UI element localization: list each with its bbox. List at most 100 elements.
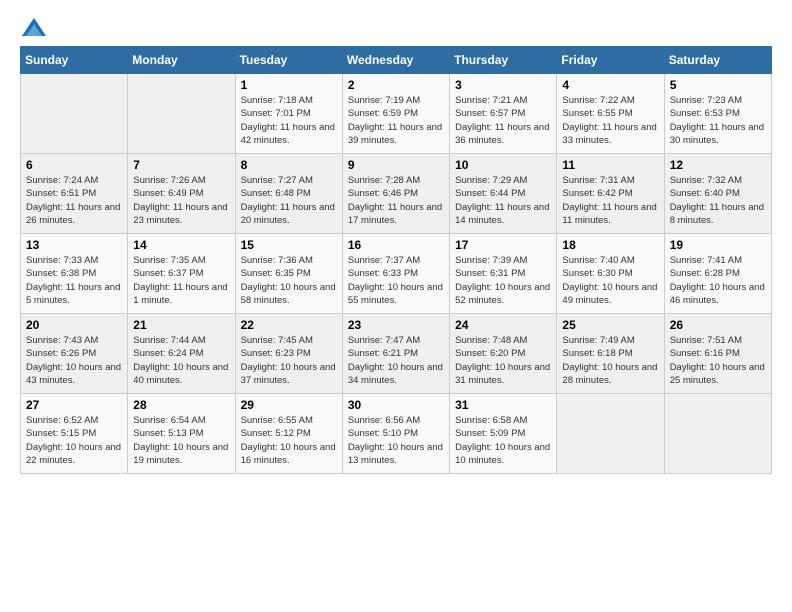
day-info: Sunrise: 7:19 AM Sunset: 6:59 PM Dayligh… [348, 94, 444, 147]
day-of-week-header: Monday [128, 47, 235, 74]
calendar-cell: 17 Sunrise: 7:39 AM Sunset: 6:31 PM Dayli… [450, 234, 557, 314]
calendar-cell: 3 Sunrise: 7:21 AM Sunset: 6:57 PM Daylig… [450, 74, 557, 154]
day-number: 3 [455, 78, 551, 92]
day-number: 12 [670, 158, 766, 172]
day-info: Sunrise: 7:24 AM Sunset: 6:51 PM Dayligh… [26, 174, 122, 227]
day-of-week-header: Wednesday [342, 47, 449, 74]
calendar-cell: 29 Sunrise: 6:55 AM Sunset: 5:12 PM Dayli… [235, 394, 342, 474]
day-number: 19 [670, 238, 766, 252]
day-info: Sunrise: 7:29 AM Sunset: 6:44 PM Dayligh… [455, 174, 551, 227]
day-info: Sunrise: 6:58 AM Sunset: 5:09 PM Dayligh… [455, 414, 551, 467]
calendar-cell: 10 Sunrise: 7:29 AM Sunset: 6:44 PM Dayli… [450, 154, 557, 234]
day-info: Sunrise: 7:36 AM Sunset: 6:35 PM Dayligh… [241, 254, 337, 307]
calendar-cell: 7 Sunrise: 7:26 AM Sunset: 6:49 PM Daylig… [128, 154, 235, 234]
day-number: 21 [133, 318, 229, 332]
calendar-cell: 27 Sunrise: 6:52 AM Sunset: 5:15 PM Dayli… [21, 394, 128, 474]
day-number: 17 [455, 238, 551, 252]
calendar-cell [128, 74, 235, 154]
day-info: Sunrise: 7:21 AM Sunset: 6:57 PM Dayligh… [455, 94, 551, 147]
calendar-cell: 16 Sunrise: 7:37 AM Sunset: 6:33 PM Dayli… [342, 234, 449, 314]
day-of-week-header: Thursday [450, 47, 557, 74]
day-info: Sunrise: 7:39 AM Sunset: 6:31 PM Dayligh… [455, 254, 551, 307]
calendar-table: SundayMondayTuesdayWednesdayThursdayFrid… [20, 46, 772, 474]
calendar-cell: 1 Sunrise: 7:18 AM Sunset: 7:01 PM Daylig… [235, 74, 342, 154]
day-info: Sunrise: 7:35 AM Sunset: 6:37 PM Dayligh… [133, 254, 229, 307]
calendar-cell: 26Sunrise: 7:51 AM Sunset: 6:16 PM Dayli… [664, 314, 771, 394]
day-number: 30 [348, 398, 444, 412]
day-info: Sunrise: 7:43 AM Sunset: 6:26 PM Dayligh… [26, 334, 122, 387]
calendar-header: SundayMondayTuesdayWednesdayThursdayFrid… [21, 47, 772, 74]
day-info: Sunrise: 7:28 AM Sunset: 6:46 PM Dayligh… [348, 174, 444, 227]
day-info: Sunrise: 7:45 AM Sunset: 6:23 PM Dayligh… [241, 334, 337, 387]
day-info: Sunrise: 7:48 AM Sunset: 6:20 PM Dayligh… [455, 334, 551, 387]
day-number: 1 [241, 78, 337, 92]
header [20, 16, 772, 38]
day-number: 31 [455, 398, 551, 412]
day-number: 27 [26, 398, 122, 412]
day-info: Sunrise: 7:27 AM Sunset: 6:48 PM Dayligh… [241, 174, 337, 227]
day-info: Sunrise: 7:44 AM Sunset: 6:24 PM Dayligh… [133, 334, 229, 387]
calendar-cell [21, 74, 128, 154]
calendar-cell: 13Sunrise: 7:33 AM Sunset: 6:38 PM Dayli… [21, 234, 128, 314]
calendar-week-row: 13Sunrise: 7:33 AM Sunset: 6:38 PM Dayli… [21, 234, 772, 314]
calendar-cell: 20Sunrise: 7:43 AM Sunset: 6:26 PM Dayli… [21, 314, 128, 394]
day-info: Sunrise: 7:31 AM Sunset: 6:42 PM Dayligh… [562, 174, 658, 227]
calendar-cell: 15 Sunrise: 7:36 AM Sunset: 6:35 PM Dayli… [235, 234, 342, 314]
day-number: 22 [241, 318, 337, 332]
calendar-week-row: 1 Sunrise: 7:18 AM Sunset: 7:01 PM Daylig… [21, 74, 772, 154]
calendar-cell: 25 Sunrise: 7:49 AM Sunset: 6:18 PM Dayli… [557, 314, 664, 394]
calendar-cell: 23 Sunrise: 7:47 AM Sunset: 6:21 PM Dayli… [342, 314, 449, 394]
calendar-cell: 21 Sunrise: 7:44 AM Sunset: 6:24 PM Dayli… [128, 314, 235, 394]
calendar-cell [557, 394, 664, 474]
calendar-cell: 11 Sunrise: 7:31 AM Sunset: 6:42 PM Dayli… [557, 154, 664, 234]
day-of-week-header: Sunday [21, 47, 128, 74]
day-number: 16 [348, 238, 444, 252]
day-info: Sunrise: 6:55 AM Sunset: 5:12 PM Dayligh… [241, 414, 337, 467]
day-info: Sunrise: 7:23 AM Sunset: 6:53 PM Dayligh… [670, 94, 766, 147]
calendar-week-row: 6 Sunrise: 7:24 AM Sunset: 6:51 PM Daylig… [21, 154, 772, 234]
day-info: Sunrise: 6:52 AM Sunset: 5:15 PM Dayligh… [26, 414, 122, 467]
day-number: 4 [562, 78, 658, 92]
calendar-cell: 30 Sunrise: 6:56 AM Sunset: 5:10 PM Dayli… [342, 394, 449, 474]
calendar-cell: 18 Sunrise: 7:40 AM Sunset: 6:30 PM Dayli… [557, 234, 664, 314]
calendar-week-row: 20Sunrise: 7:43 AM Sunset: 6:26 PM Dayli… [21, 314, 772, 394]
calendar-cell: 14 Sunrise: 7:35 AM Sunset: 6:37 PM Dayli… [128, 234, 235, 314]
day-number: 6 [26, 158, 122, 172]
calendar-cell: 22 Sunrise: 7:45 AM Sunset: 6:23 PM Dayli… [235, 314, 342, 394]
day-info: Sunrise: 7:41 AM Sunset: 6:28 PM Dayligh… [670, 254, 766, 307]
logo [20, 16, 52, 38]
day-of-week-header: Tuesday [235, 47, 342, 74]
day-info: Sunrise: 7:40 AM Sunset: 6:30 PM Dayligh… [562, 254, 658, 307]
day-number: 29 [241, 398, 337, 412]
day-info: Sunrise: 7:32 AM Sunset: 6:40 PM Dayligh… [670, 174, 766, 227]
calendar-cell: 19 Sunrise: 7:41 AM Sunset: 6:28 PM Dayli… [664, 234, 771, 314]
days-header-row: SundayMondayTuesdayWednesdayThursdayFrid… [21, 47, 772, 74]
day-number: 26 [670, 318, 766, 332]
day-number: 5 [670, 78, 766, 92]
day-of-week-header: Friday [557, 47, 664, 74]
day-number: 11 [562, 158, 658, 172]
day-info: Sunrise: 6:56 AM Sunset: 5:10 PM Dayligh… [348, 414, 444, 467]
day-info: Sunrise: 7:26 AM Sunset: 6:49 PM Dayligh… [133, 174, 229, 227]
day-number: 28 [133, 398, 229, 412]
day-number: 15 [241, 238, 337, 252]
day-number: 14 [133, 238, 229, 252]
day-info: Sunrise: 7:33 AM Sunset: 6:38 PM Dayligh… [26, 254, 122, 307]
day-of-week-header: Saturday [664, 47, 771, 74]
calendar-cell: 8Sunrise: 7:27 AM Sunset: 6:48 PM Daylig… [235, 154, 342, 234]
day-number: 10 [455, 158, 551, 172]
day-number: 23 [348, 318, 444, 332]
calendar-cell: 5 Sunrise: 7:23 AM Sunset: 6:53 PM Daylig… [664, 74, 771, 154]
day-info: Sunrise: 7:37 AM Sunset: 6:33 PM Dayligh… [348, 254, 444, 307]
day-info: Sunrise: 7:49 AM Sunset: 6:18 PM Dayligh… [562, 334, 658, 387]
calendar-cell [664, 394, 771, 474]
calendar-cell: 31 Sunrise: 6:58 AM Sunset: 5:09 PM Dayli… [450, 394, 557, 474]
calendar-body: 1 Sunrise: 7:18 AM Sunset: 7:01 PM Daylig… [21, 74, 772, 474]
calendar-cell: 12 Sunrise: 7:32 AM Sunset: 6:40 PM Dayli… [664, 154, 771, 234]
logo-icon [20, 16, 48, 38]
day-info: Sunrise: 7:47 AM Sunset: 6:21 PM Dayligh… [348, 334, 444, 387]
day-number: 7 [133, 158, 229, 172]
day-number: 18 [562, 238, 658, 252]
day-number: 25 [562, 318, 658, 332]
day-info: Sunrise: 7:18 AM Sunset: 7:01 PM Dayligh… [241, 94, 337, 147]
